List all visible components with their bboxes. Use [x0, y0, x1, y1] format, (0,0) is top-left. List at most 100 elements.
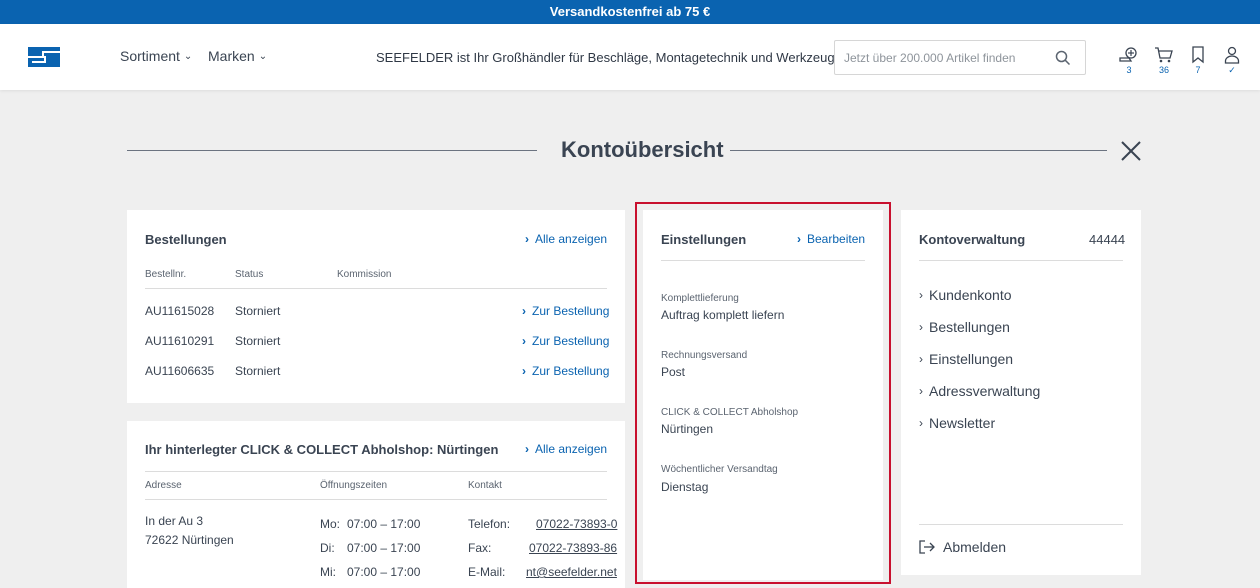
settings-highlight-frame [635, 202, 891, 584]
orders-show-all-link[interactable]: › Alle anzeigen [525, 232, 607, 246]
order-detail-label: Zur Bestellung [532, 304, 610, 318]
order-detail-label: Zur Bestellung [532, 334, 610, 348]
nav-marken[interactable]: Marken ⌄ [208, 48, 267, 64]
nav-marken-label: Marken [208, 48, 255, 64]
chevron-right-icon: › [522, 334, 526, 348]
close-icon[interactable] [1120, 140, 1142, 162]
account-menu-einstellungen[interactable]: › Einstellungen [919, 351, 1013, 367]
account-menu-adressverwaltung[interactable]: › Adressverwaltung [919, 383, 1040, 399]
orders-col-kommission: Kommission [337, 269, 392, 280]
account-menu-newsletter[interactable]: › Newsletter [919, 415, 995, 431]
account-title: Kontoverwaltung [919, 232, 1026, 247]
order-detail-link[interactable]: › Zur Bestellung [522, 334, 609, 348]
logout-button[interactable]: Abmelden [919, 539, 1006, 555]
chevron-right-icon: › [525, 232, 529, 246]
nav-sortiment[interactable]: Sortiment ⌄ [120, 48, 192, 64]
hours-day: Di: [320, 541, 335, 555]
contact-phone-link[interactable]: 07022-73893-0 [536, 517, 617, 531]
seefelder-logo-icon[interactable] [28, 47, 60, 67]
cart-icon [1155, 47, 1173, 63]
account-menu-label: Adressverwaltung [929, 383, 1041, 399]
site-header: Sortiment ⌄ Marken ⌄ SEEFELDER ist Ihr G… [0, 24, 1260, 90]
user-icon [1224, 46, 1240, 64]
contact-fax-label: Fax: [468, 541, 492, 555]
chevron-right-icon: › [919, 416, 923, 430]
account-logout-divider [919, 524, 1123, 525]
orders-col-status: Status [235, 269, 264, 280]
compare-icon [1119, 47, 1137, 62]
pickup-shop-card: Ihr hinterlegter CLICK & COLLECT Abholsh… [127, 421, 625, 588]
chevron-right-icon: › [522, 304, 526, 318]
order-detail-label: Zur Bestellung [532, 364, 610, 378]
account-title-divider [919, 260, 1123, 261]
shop-col-address: Adresse [145, 480, 182, 491]
orders-header-divider [145, 288, 607, 289]
table-row-status: Storniert [235, 364, 281, 378]
orders-col-nr: Bestellnr. [145, 269, 187, 280]
shop-show-all-label: Alle anzeigen [535, 442, 608, 456]
orders-card: Bestellungen › Alle anzeigen Bestellnr. … [127, 210, 625, 403]
orders-show-all-label: Alle anzeigen [535, 232, 608, 246]
search-box[interactable] [834, 40, 1086, 75]
account-menu-label: Einstellungen [929, 351, 1014, 367]
bookmark-icon [1192, 46, 1204, 64]
hours-day: Mo: [320, 517, 341, 531]
compare-count: 3 [1126, 65, 1132, 75]
contact-phone-label: Telefon: [468, 517, 511, 531]
table-row-status: Storniert [235, 304, 281, 318]
account-menu-label: Newsletter [929, 415, 996, 431]
chevron-right-icon: › [919, 384, 923, 398]
account-menu-kundenkonto[interactable]: › Kundenkonto [919, 287, 1012, 303]
chevron-down-icon: ⌄ [258, 50, 268, 62]
account-button[interactable]: ✓ [1220, 46, 1244, 75]
title-divider-left [127, 150, 537, 151]
shop-header-divider [145, 499, 607, 500]
chevron-right-icon: › [522, 364, 526, 378]
header-tagline: SEEFELDER ist Ihr Großhändler für Beschl… [376, 50, 846, 65]
bookmark-count: 7 [1195, 65, 1201, 75]
nav-sortiment-label: Sortiment [120, 48, 180, 64]
hours-time: 07:00 – 17:00 [347, 541, 421, 555]
cart-count: 36 [1158, 65, 1169, 75]
order-detail-link[interactable]: › Zur Bestellung [522, 364, 609, 378]
order-detail-link[interactable]: › Zur Bestellung [522, 304, 609, 318]
account-status: ✓ [1228, 65, 1236, 75]
bookmark-button[interactable]: 7 [1186, 46, 1210, 75]
shop-col-hours: Öffnungszeiten [320, 480, 388, 491]
table-row-nr: AU11615028 [145, 304, 215, 318]
table-row-nr: AU11606635 [145, 364, 215, 378]
title-divider-right [730, 150, 1107, 151]
search-input[interactable] [844, 51, 1044, 65]
cart-button[interactable]: 36 [1152, 46, 1176, 75]
account-menu-label: Bestellungen [929, 319, 1010, 335]
logout-label: Abmelden [943, 539, 1007, 555]
shipping-banner: Versandkostenfrei ab 75 € [0, 0, 1260, 24]
pickup-shop-title: Ihr hinterlegter CLICK & COLLECT Abholsh… [145, 442, 499, 457]
chevron-right-icon: › [919, 352, 923, 366]
compare-button[interactable]: 3 [1117, 46, 1141, 75]
shop-title-divider [145, 471, 607, 472]
contact-fax-link[interactable]: 07022-73893-86 [529, 541, 617, 555]
chevron-down-icon: ⌄ [183, 50, 193, 62]
chevron-right-icon: › [525, 442, 529, 456]
chevron-right-icon: › [919, 320, 923, 334]
hours-day: Mi: [320, 565, 336, 579]
shop-show-all-link[interactable]: › Alle anzeigen [525, 442, 607, 456]
contact-email-label: E-Mail: [468, 565, 506, 579]
orders-title: Bestellungen [145, 232, 227, 247]
search-icon[interactable] [1055, 50, 1071, 66]
logout-icon [919, 540, 935, 554]
hours-time: 07:00 – 17:00 [347, 565, 421, 579]
table-row-nr: AU11610291 [145, 334, 215, 348]
page-title: Kontoübersicht [561, 137, 724, 162]
shop-col-contact: Kontakt [468, 480, 502, 491]
shop-address-city: 72622 Nürtingen [145, 533, 234, 547]
hours-time: 07:00 – 17:00 [347, 517, 421, 531]
contact-email-link[interactable]: nt@seefelder.net [526, 565, 617, 579]
account-menu-label: Kundenkonto [929, 287, 1012, 303]
customer-number: 44444 [1089, 232, 1126, 247]
account-menu-bestellungen[interactable]: › Bestellungen [919, 319, 1010, 335]
shop-address-street: In der Au 3 [145, 514, 204, 528]
table-row-status: Storniert [235, 334, 281, 348]
chevron-right-icon: › [919, 288, 923, 302]
